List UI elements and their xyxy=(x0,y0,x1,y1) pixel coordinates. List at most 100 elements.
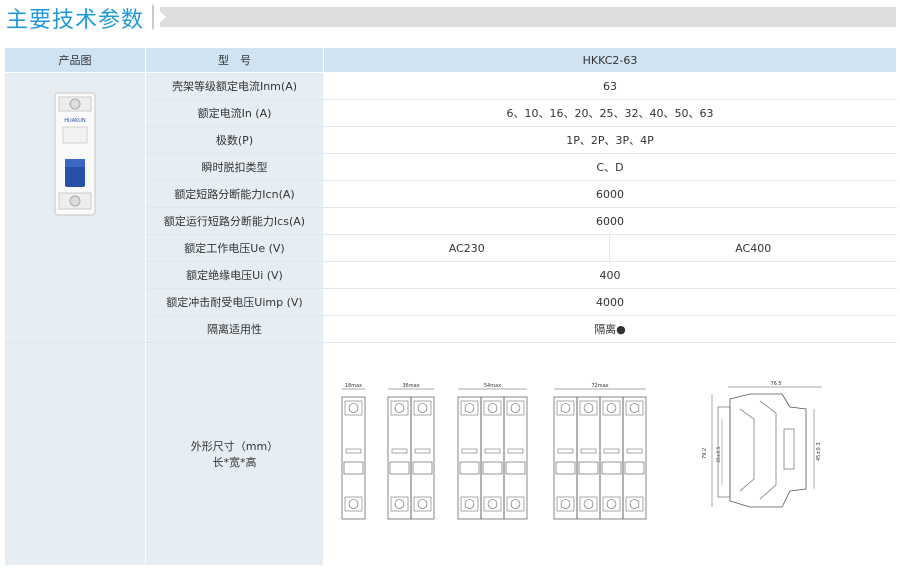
col-header-model: HKKC2-63 xyxy=(323,47,897,73)
pole-outline xyxy=(457,396,482,520)
slot xyxy=(580,448,597,454)
screw-icon xyxy=(629,499,640,509)
row-label: 瞬时脱扣类型 xyxy=(145,153,324,181)
pole-outline xyxy=(576,396,601,520)
screw-icon xyxy=(629,403,640,413)
pole-outline xyxy=(503,396,528,520)
screw-icon xyxy=(583,499,594,509)
row-value: 4000 xyxy=(323,288,897,316)
slot xyxy=(414,448,431,454)
table-header-row: 产品图 型 号 HKKC2-63 xyxy=(4,47,897,73)
pole-outline xyxy=(480,396,505,520)
internal-line xyxy=(759,400,777,500)
terminal-bottom xyxy=(602,496,621,512)
row-value: 隔离● xyxy=(323,315,897,343)
internal-line xyxy=(739,408,755,492)
brand-label: HUAKUN xyxy=(64,118,86,124)
slot xyxy=(345,448,362,454)
dimensions-label-line2: 长*宽*高 xyxy=(212,456,257,469)
screw-icon xyxy=(606,499,617,509)
pole-outline xyxy=(341,396,366,520)
screw-icon xyxy=(348,403,359,413)
slot xyxy=(603,448,620,454)
terminal-top xyxy=(483,400,502,416)
handle-outline xyxy=(555,461,576,475)
row-label: 额定工作电压Ue (V) xyxy=(145,234,324,262)
screw-icon xyxy=(606,403,617,413)
terminal-bottom xyxy=(506,496,525,512)
terminal-top xyxy=(602,400,621,416)
terminal-bottom xyxy=(556,496,575,512)
pole-outline xyxy=(553,396,578,520)
row-label: 隔离适用性 xyxy=(145,315,324,343)
terminal-top xyxy=(460,400,479,416)
header-bar xyxy=(160,7,896,27)
screw-icon xyxy=(583,403,594,413)
screw-icon xyxy=(348,499,359,509)
slot xyxy=(626,448,643,454)
row-value-ac400: AC400 xyxy=(609,234,897,262)
label-plate xyxy=(783,428,795,470)
handle-outline xyxy=(601,461,622,475)
handle-outline xyxy=(482,461,503,475)
slot xyxy=(484,448,501,454)
side-depth-label: 76.5 xyxy=(770,381,781,387)
handle-outline xyxy=(459,461,480,475)
screw-icon xyxy=(487,499,498,509)
product-image-cell: HUAKUN xyxy=(4,72,146,343)
dimension-width-label: 36max xyxy=(402,383,419,389)
row-label: 额定冲击耐受电压Uimp (V) xyxy=(145,288,324,316)
handle-outline xyxy=(412,461,433,475)
spec-table: 产品图 型 号 HKKC2-63 HUAKUN 壳架等级额定电流Inm(A) 6… xyxy=(4,47,897,566)
terminal-top xyxy=(413,400,432,416)
rail-width-label: 35±0.5 xyxy=(716,446,722,463)
slot xyxy=(391,448,408,454)
page-title: 主要技术参数 xyxy=(6,8,145,33)
screw-icon xyxy=(464,499,475,509)
table-row: HUAKUN 壳架等级额定电流Inm(A) 63 xyxy=(4,72,897,343)
row-label: 额定短路分断能力Icn(A) xyxy=(145,180,324,208)
row-value: 400 xyxy=(323,261,897,289)
screw-icon xyxy=(394,403,405,413)
screw-icon xyxy=(417,499,428,509)
col-header-image: 产品图 xyxy=(4,47,146,73)
row-value-ac230: AC230 xyxy=(322,234,611,262)
screw-icon xyxy=(560,403,571,413)
dimension-width-label: 18max xyxy=(345,383,362,389)
row-value: 6000 xyxy=(323,207,897,235)
screw-icon xyxy=(394,499,405,509)
dimensions-blank-cell xyxy=(4,342,146,566)
slot xyxy=(461,448,478,454)
row-label: 额定绝缘电压Ui (V) xyxy=(145,261,324,289)
handle-outline xyxy=(505,461,526,475)
terminal-bottom xyxy=(344,496,363,512)
screw-icon xyxy=(510,403,521,413)
row-label: 极数(P) xyxy=(145,126,324,154)
pole-outline xyxy=(599,396,624,520)
terminal-top xyxy=(344,400,363,416)
handle-outline xyxy=(578,461,599,475)
dimensions-drawing-cell: 18max 36max 54max 72max 76.5 79.2 35±0.5 45±0.3 xyxy=(323,342,897,566)
pole-outline xyxy=(410,396,435,520)
row-label: 额定电流In (A) xyxy=(145,99,324,127)
terminal-top xyxy=(390,400,409,416)
screw-icon xyxy=(560,499,571,509)
terminal-top xyxy=(579,400,598,416)
handle-outline xyxy=(624,461,645,475)
product-image: HUAKUN xyxy=(54,92,96,216)
slot xyxy=(557,448,574,454)
row-value: 6、10、16、20、25、32、40、50、63 xyxy=(323,99,897,127)
dimensions-row: 外形尺寸（mm） 长*宽*高 18max 36max 54max 72max 76.5 7… xyxy=(4,342,897,566)
dimensions-label: 外形尺寸（mm） 长*宽*高 xyxy=(145,342,324,566)
terminal-top xyxy=(625,400,644,416)
row-value: 1P、2P、3P、4P xyxy=(323,126,897,154)
screw-icon xyxy=(464,403,475,413)
terminal-bottom xyxy=(413,496,432,512)
terminal-bottom xyxy=(579,496,598,512)
pole-outline xyxy=(387,396,412,520)
terminal-bottom xyxy=(625,496,644,512)
row-value: C、D xyxy=(323,153,897,181)
row-label: 壳架等级额定电流Inm(A) xyxy=(145,72,324,100)
dimension-drawing: 18max 36max 54max 72max 76.5 79.2 35±0.5 45±0.3 xyxy=(341,381,822,520)
side-height-label: 79.2 xyxy=(702,448,708,459)
